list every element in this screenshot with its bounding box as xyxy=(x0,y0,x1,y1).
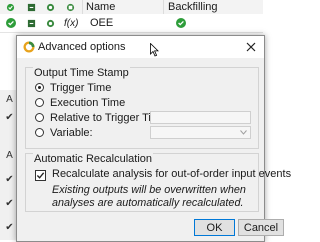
mouse-cursor-icon xyxy=(150,43,159,57)
dialog-titlebar[interactable]: Advanced options xyxy=(17,36,264,58)
radio-button[interactable] xyxy=(35,113,44,122)
backfill-status-icon xyxy=(27,14,36,32)
expression-type-icon: f(x) xyxy=(64,17,79,29)
side-item: ✔ xyxy=(5,198,14,209)
side-item: ✔ xyxy=(5,174,14,185)
recalc-note: Existing outputs will be overwritten whe… xyxy=(52,184,246,209)
variable-dropdown[interactable] xyxy=(150,126,251,139)
backfilling-column-header[interactable]: Backfilling xyxy=(168,0,218,14)
analysis-name: OEE xyxy=(90,17,114,29)
grid-header: Name Backfilling xyxy=(0,0,263,32)
recalc-checkbox[interactable] xyxy=(35,170,46,181)
relative-time-input[interactable] xyxy=(150,111,251,124)
advanced-options-dialog: Advanced options Output Time Stamp Trigg… xyxy=(16,35,291,242)
radio-label: Execution Time xyxy=(50,96,126,109)
app-logo-icon xyxy=(23,41,35,53)
chevron-down-icon xyxy=(240,130,247,135)
output-timestamp-title: Output Time Stamp xyxy=(33,67,130,79)
radio-variable[interactable]: Variable: xyxy=(35,126,93,139)
status-ok-icon xyxy=(6,14,16,32)
side-item: A xyxy=(6,94,13,105)
ok-button[interactable]: OK xyxy=(194,219,235,236)
radio-button[interactable] xyxy=(35,83,44,92)
name-column-header[interactable]: Name xyxy=(86,0,115,14)
status-column-icon xyxy=(6,0,15,14)
auto-recalc-title: Automatic Recalculation xyxy=(33,153,154,165)
radio-execution-time[interactable]: Execution Time xyxy=(35,96,125,109)
side-item: ✔ xyxy=(5,222,14,233)
radio-label: Trigger Time xyxy=(50,81,112,94)
close-icon xyxy=(246,42,256,51)
radio-button[interactable] xyxy=(35,98,44,107)
table-row[interactable]: f(x) OEE xyxy=(0,14,263,33)
enabled-column-icon xyxy=(46,0,55,14)
cancel-button[interactable]: Cancel xyxy=(238,219,284,236)
radio-trigger-time[interactable]: Trigger Time xyxy=(35,81,111,94)
close-button[interactable] xyxy=(244,39,258,54)
type-column-icon xyxy=(66,0,75,14)
output-timestamp-group: Output Time Stamp Trigger Time Execution… xyxy=(25,67,259,149)
side-item: A xyxy=(6,150,13,161)
radio-label: Variable: xyxy=(50,126,93,139)
radio-button[interactable] xyxy=(35,128,44,137)
backfill-column-icon xyxy=(27,0,36,14)
recalc-checkbox-label[interactable]: Recalculate analysis for out-of-order in… xyxy=(52,168,291,180)
backfilling-ok-icon xyxy=(176,14,186,32)
enabled-status-icon xyxy=(46,14,55,32)
side-item: ✔ xyxy=(5,112,14,123)
dialog-title: Advanced options xyxy=(38,41,126,53)
checkmark-icon xyxy=(36,172,45,179)
auto-recalc-group: Automatic Recalculation Recalculate anal… xyxy=(25,153,291,212)
